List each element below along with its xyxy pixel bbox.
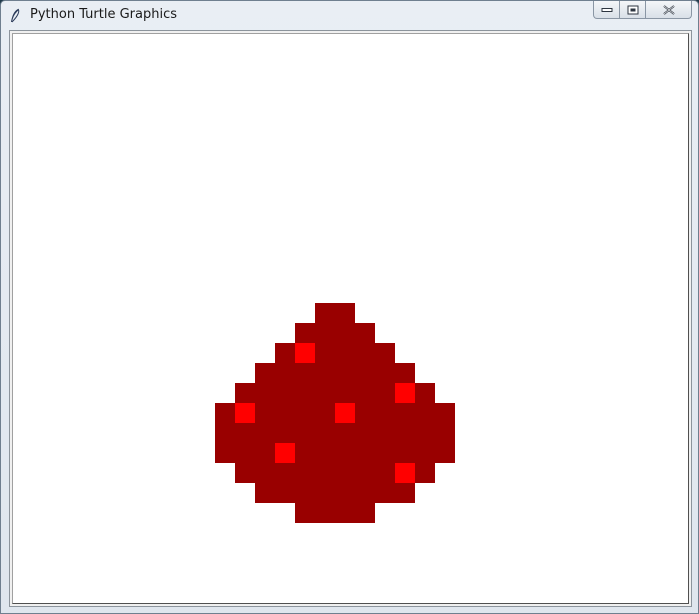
shape-row (295, 503, 375, 523)
highlight-pixel (335, 403, 355, 423)
shape-row (255, 483, 415, 503)
shape-row (215, 423, 455, 443)
shape-row (275, 343, 395, 363)
turtle-canvas[interactable] (12, 33, 689, 604)
redstone-drawing (215, 303, 455, 523)
restore-button[interactable] (620, 1, 646, 19)
shape-row (295, 323, 375, 343)
turtle-window: Python Turtle Graphics (0, 0, 699, 614)
shape-row (255, 363, 415, 383)
window-controls (593, 1, 692, 20)
canvas-frame (9, 30, 692, 607)
minimize-button[interactable] (593, 1, 620, 19)
highlight-pixel (275, 443, 295, 463)
restore-icon (627, 5, 638, 14)
shape-row (315, 303, 355, 323)
highlight-pixel (395, 463, 415, 483)
shape-row (215, 443, 455, 463)
highlight-pixel (295, 343, 315, 363)
feather-icon (11, 8, 20, 23)
close-button[interactable] (646, 1, 692, 19)
minimize-icon (601, 7, 612, 12)
title-bar[interactable]: Python Turtle Graphics (1, 1, 698, 30)
close-icon (662, 4, 675, 15)
window-title: Python Turtle Graphics (30, 7, 177, 22)
highlight-pixel (395, 383, 415, 403)
highlight-pixel (235, 403, 255, 423)
